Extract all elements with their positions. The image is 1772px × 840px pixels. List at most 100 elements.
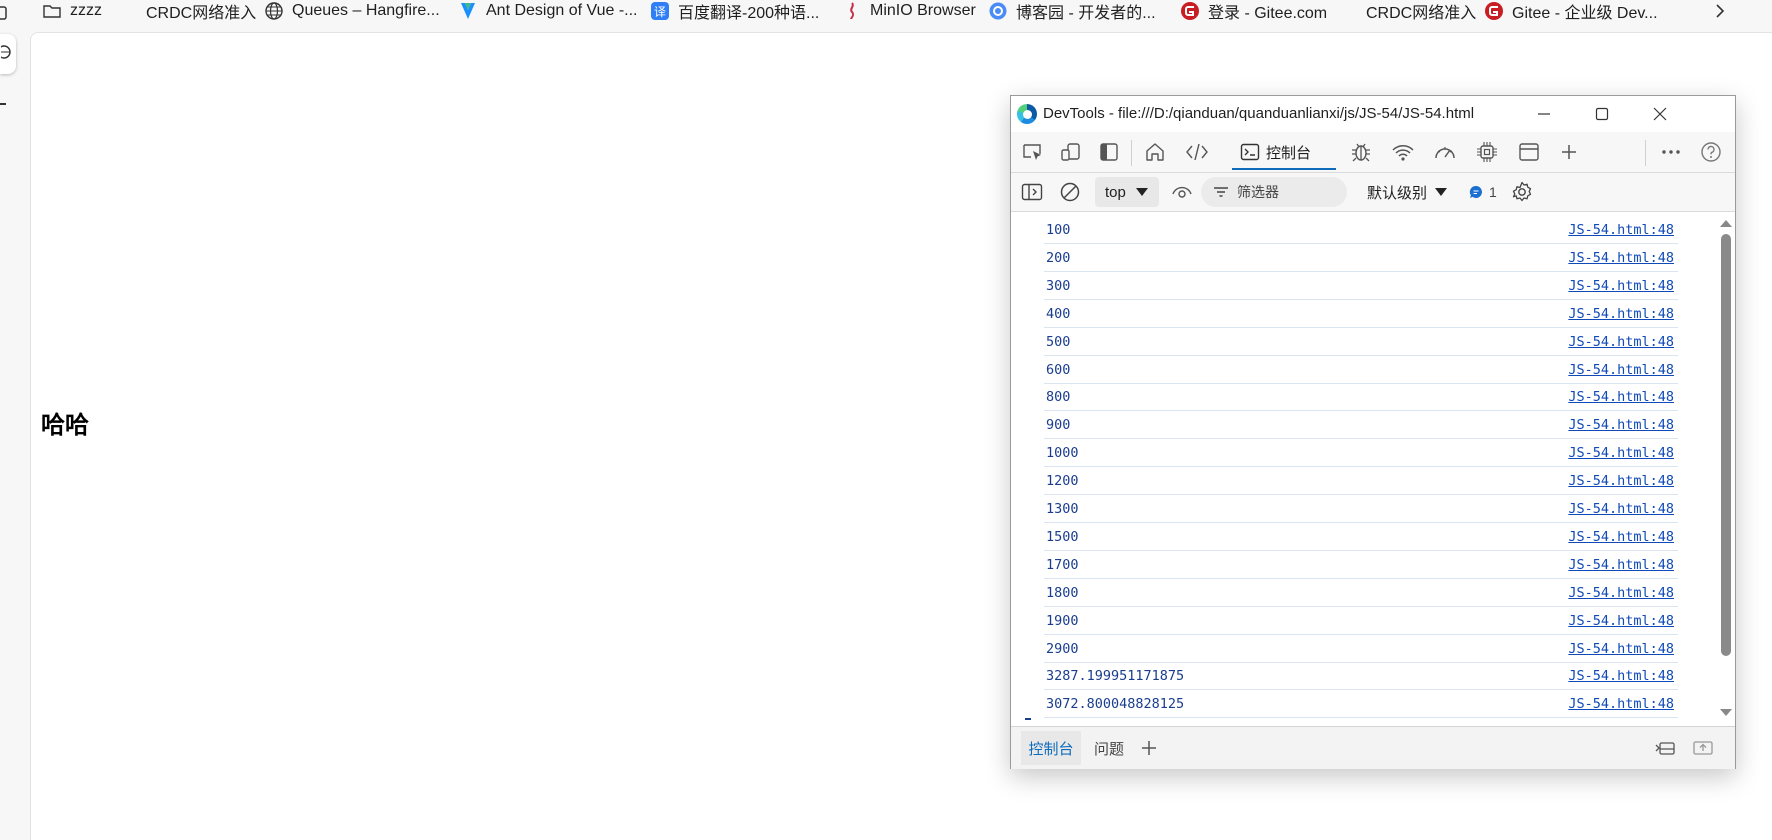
globe-icon: [264, 1, 284, 21]
tab-console[interactable]: 控制台: [1232, 136, 1336, 170]
log-level-dropdown[interactable]: 默认级别: [1367, 177, 1448, 207]
bookmark-gitee-enterprise[interactable]: Gitee - 企业级 Dev...: [1484, 0, 1658, 22]
devtools-toolbar: 控制台: [1011, 132, 1735, 173]
tab-welcome[interactable]: [1139, 137, 1171, 167]
bookmark-label: 百度翻译-200种语...: [678, 5, 820, 22]
console-message-value: 300: [1046, 277, 1071, 294]
console-source-link[interactable]: JS-54.html:48: [1568, 445, 1674, 461]
bookmark-label: Queues – Hangfire...: [292, 2, 440, 19]
close-button[interactable]: [1631, 96, 1689, 132]
show-sidebar-button[interactable]: [1017, 177, 1047, 207]
console-message-value: 400: [1046, 305, 1071, 322]
filter-input[interactable]: 筛选器: [1201, 177, 1347, 207]
home-icon: [1146, 143, 1164, 161]
drawer-tab-console[interactable]: 控制台: [1021, 731, 1081, 765]
devtools-drawer: 控制台 问题: [1011, 726, 1735, 769]
console-message-row: 900 JS-54.html:48: [1044, 411, 1678, 440]
maximize-button[interactable]: [1573, 96, 1631, 132]
console-message-value: 1900: [1046, 612, 1079, 629]
bookmark-baidu-translate[interactable]: 译 百度翻译-200种语...: [650, 0, 819, 22]
bookmark-gitee-login[interactable]: 登录 - Gitee.com: [1180, 0, 1327, 22]
eye-icon: [1172, 186, 1192, 198]
devtools-titlebar[interactable]: DevTools - file:///D:/qianduan/quanduanl…: [1011, 96, 1735, 132]
bookmark-minio[interactable]: MinIO Browser: [842, 0, 976, 22]
tab-sources[interactable]: [1345, 137, 1377, 167]
context-selector[interactable]: top: [1095, 177, 1159, 207]
tab-network[interactable]: [1387, 137, 1419, 167]
scroll-down-arrow-icon[interactable]: [1720, 709, 1732, 716]
console-source-link[interactable]: JS-54.html:48: [1568, 529, 1674, 545]
more-tools-button[interactable]: [1553, 137, 1585, 167]
console-message-value: 800: [1046, 389, 1071, 406]
scrollbar-thumb[interactable]: [1721, 234, 1731, 656]
console-source-link[interactable]: JS-54.html:48: [1568, 473, 1674, 489]
tab-application[interactable]: [1513, 137, 1545, 167]
console-message-row: 100 JS-54.html:48: [1044, 216, 1678, 244]
device-icon: [1061, 143, 1080, 161]
console-message-row: 2900 JS-54.html:48: [1044, 635, 1678, 663]
drawer-tab-issues[interactable]: 问题: [1087, 731, 1131, 765]
message-bubble-icon: [1469, 185, 1482, 198]
minimize-button[interactable]: [1515, 96, 1573, 132]
extension-icon[interactable]: [0, 0, 12, 26]
tab-memory[interactable]: [1471, 137, 1503, 167]
minimize-drawer-button[interactable]: [1689, 735, 1717, 761]
console-message-value: 1500: [1046, 528, 1079, 545]
console-message-row: 1500 JS-54.html:48: [1044, 523, 1678, 551]
bookmark-hangfire[interactable]: Queues – Hangfire...: [264, 0, 440, 22]
console-output[interactable]: 100 JS-54.html:48 200 JS-54.html:48 300 JS-54…: [1011, 212, 1735, 726]
console-message-row: 1900 JS-54.html:48: [1044, 607, 1678, 635]
console-message-row: 3072.800048828125 JS-54.html:48: [1044, 690, 1678, 719]
device-emulation-button[interactable]: [1055, 137, 1087, 167]
console-source-link[interactable]: JS-54.html:48: [1568, 222, 1674, 238]
help-icon: [1701, 142, 1721, 162]
console-message-row: 600 JS-54.html:48: [1044, 356, 1678, 384]
console-source-link[interactable]: JS-54.html:48: [1568, 641, 1674, 657]
console-source-link[interactable]: JS-54.html:48: [1568, 306, 1674, 322]
tab-elements[interactable]: [1181, 137, 1213, 167]
console-source-link[interactable]: JS-54.html:48: [1568, 613, 1674, 629]
bookmark-cnblogs[interactable]: 博客园 - 开发者的...: [988, 0, 1156, 22]
issues-counter[interactable]: 1: [1469, 177, 1497, 207]
console-source-link[interactable]: JS-54.html:48: [1568, 250, 1674, 266]
console-source-link[interactable]: JS-54.html:48: [1568, 362, 1674, 378]
clear-console-button[interactable]: [1055, 177, 1085, 207]
bookmark-crdc-1[interactable]: CRDC网络准入: [146, 0, 256, 22]
bug-icon: [1352, 143, 1370, 162]
console-prompt[interactable]: [1025, 718, 1031, 720]
console-settings-button[interactable]: [1507, 177, 1537, 207]
context-label: top: [1105, 183, 1126, 201]
dock-side-button[interactable]: [1093, 137, 1125, 167]
inspect-element-button[interactable]: [1017, 137, 1049, 167]
scroll-up-arrow-icon[interactable]: [1720, 220, 1732, 227]
drawer-add-tab-button[interactable]: [1135, 735, 1163, 761]
tab-performance[interactable]: [1429, 137, 1461, 167]
sidebar-toggle[interactable]: [0, 34, 16, 74]
console-source-link[interactable]: JS-54.html:48: [1568, 585, 1674, 601]
console-source-link[interactable]: JS-54.html:48: [1568, 417, 1674, 433]
bookmark-antdv[interactable]: Ant Design of Vue -...: [458, 0, 637, 22]
gitee-logo-icon: [1484, 1, 1504, 21]
dock-drawer-button[interactable]: [1651, 735, 1679, 761]
bookmark-label: CRDC网络准入: [1366, 5, 1477, 22]
plus-icon: [1562, 145, 1576, 159]
cnblogs-logo-icon: [988, 1, 1008, 21]
console-message-row: 1300 JS-54.html:48: [1044, 495, 1678, 523]
console-message-value: 100: [1046, 222, 1071, 238]
console-source-link[interactable]: JS-54.html:48: [1568, 389, 1674, 405]
customize-menu-button[interactable]: [1655, 137, 1687, 167]
console-source-link[interactable]: JS-54.html:48: [1568, 668, 1674, 684]
console-source-link[interactable]: JS-54.html:48: [1568, 696, 1674, 712]
collapse-drawer-icon: [1693, 741, 1713, 755]
console-source-link[interactable]: JS-54.html:48: [1568, 334, 1674, 350]
help-button[interactable]: [1695, 137, 1727, 167]
live-expression-button[interactable]: [1167, 177, 1197, 207]
console-message-value: 1700: [1046, 556, 1079, 573]
bookmark-zzzz[interactable]: zzzz: [42, 0, 102, 22]
console-source-link[interactable]: JS-54.html:48: [1568, 278, 1674, 294]
console-source-link[interactable]: JS-54.html:48: [1568, 557, 1674, 573]
bookmark-crdc-2[interactable]: CRDC网络准入: [1366, 0, 1476, 22]
more-bookmarks-chevron-icon[interactable]: [1708, 0, 1732, 22]
console-source-link[interactable]: JS-54.html:48: [1568, 501, 1674, 517]
console-message-value: 200: [1046, 249, 1071, 266]
